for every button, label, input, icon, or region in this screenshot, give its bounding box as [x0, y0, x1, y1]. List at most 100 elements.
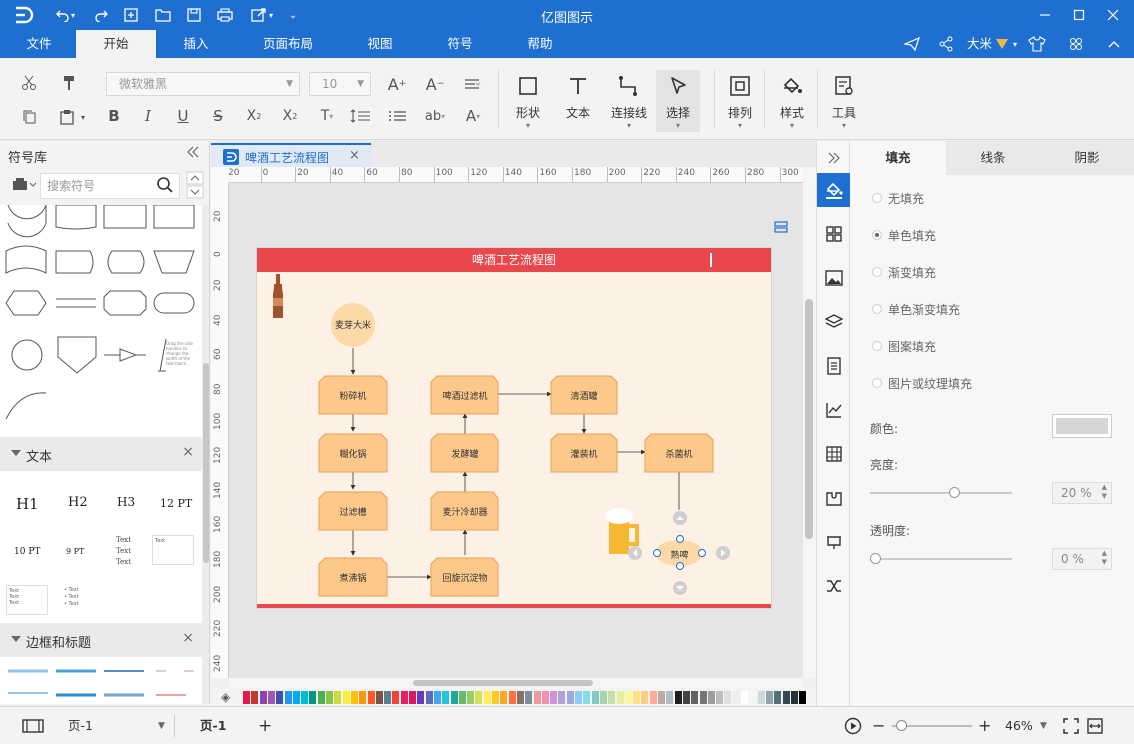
palette-swatch[interactable] — [757, 691, 765, 704]
maximize-icon[interactable] — [1062, 0, 1096, 30]
logo-icon[interactable] — [12, 5, 34, 25]
grid-icon[interactable] — [1066, 34, 1086, 54]
radio-solid-fill[interactable]: 单色填充 — [872, 227, 936, 243]
beer-bottle-icon[interactable] — [273, 274, 283, 318]
chart-tool-icon[interactable] — [817, 393, 850, 427]
text-style-12pt[interactable]: 12 PT — [160, 497, 192, 510]
palette-swatch[interactable] — [359, 691, 367, 704]
menu-home[interactable]: 开始 — [76, 30, 156, 58]
palette-swatch[interactable] — [384, 691, 392, 704]
palette-swatch[interactable] — [409, 691, 416, 704]
list-icon[interactable] — [384, 106, 414, 126]
scroll-thumb[interactable] — [203, 363, 209, 563]
layout-toggle-icon[interactable] — [774, 221, 788, 233]
table-tool-icon[interactable] — [817, 437, 850, 471]
layers-tool-icon[interactable] — [817, 305, 850, 339]
subscript-icon[interactable]: X2 — [278, 106, 302, 126]
zoom-knob[interactable] — [896, 720, 907, 731]
palette-swatch[interactable] — [267, 691, 275, 704]
color-swatch[interactable] — [1052, 414, 1112, 438]
radio-pattern-fill[interactable]: 图案填充 — [872, 338, 936, 354]
palette-swatch[interactable] — [243, 691, 250, 704]
minimize-icon[interactable] — [1028, 0, 1062, 30]
palette-swatch[interactable] — [251, 691, 259, 704]
text-style-bullets[interactable]: • Text • Text • Text — [64, 587, 79, 608]
puzzle-tool-icon[interactable] — [817, 481, 850, 515]
menu-file[interactable]: 文件 — [14, 30, 64, 58]
palette-swatch[interactable] — [334, 691, 342, 704]
palette-swatch[interactable] — [682, 691, 690, 704]
connector-button[interactable]: 连接线 ▾ — [606, 70, 652, 132]
palette-swatch[interactable] — [317, 691, 325, 704]
palette-swatch[interactable] — [599, 691, 607, 704]
redo-icon[interactable] — [90, 5, 112, 25]
palette-swatch[interactable] — [301, 691, 309, 704]
paste-dropdown-icon[interactable]: ▾ — [78, 110, 88, 124]
cut-icon[interactable] — [18, 72, 40, 94]
palette-swatch[interactable] — [724, 691, 732, 704]
palette-swatch[interactable] — [417, 691, 425, 704]
palette-swatch[interactable] — [575, 691, 582, 704]
spinner-icon[interactable]: ▲ ▼ — [1102, 549, 1107, 567]
palette-swatch[interactable] — [508, 691, 516, 704]
radio-gradient-fill[interactable]: 渐变填充 — [872, 264, 936, 280]
library-scrollbar[interactable] — [202, 205, 209, 704]
style-button[interactable]: 样式 ▾ — [772, 70, 812, 132]
send-icon[interactable] — [902, 34, 922, 54]
superscript-icon[interactable]: X2 — [242, 106, 266, 126]
palette-swatch[interactable] — [641, 691, 649, 704]
palette-swatch[interactable] — [342, 691, 350, 704]
library-menu-icon[interactable] — [12, 177, 37, 194]
palette-swatch[interactable] — [425, 691, 433, 704]
transparency-slider[interactable] — [870, 558, 1012, 560]
user-dropdown-icon[interactable]: ▾ — [1010, 34, 1020, 54]
shrink-font-icon[interactable]: A − — [424, 74, 446, 94]
font-size-select[interactable]: 10 ▼ — [309, 72, 371, 96]
palette-swatch[interactable] — [400, 691, 408, 704]
palette-swatch[interactable] — [674, 691, 682, 704]
radio-single-gradient-fill[interactable]: 单色渐变填充 — [872, 301, 960, 317]
close-section-icon[interactable]: × — [182, 630, 194, 646]
collapse-ribbon-icon[interactable] — [1104, 34, 1124, 54]
palette-swatch[interactable] — [259, 691, 267, 704]
text-style-9pt[interactable]: 9 PT — [66, 547, 84, 556]
image-tool-icon[interactable] — [817, 261, 850, 295]
customize-toolbar-icon[interactable]: ⌄ — [282, 5, 304, 25]
palette-swatch[interactable] — [608, 691, 616, 704]
palette-swatch[interactable] — [367, 691, 375, 704]
text-style-h2[interactable]: H2 — [68, 495, 88, 510]
palette-swatch[interactable] — [765, 691, 773, 704]
bold-icon[interactable]: B — [104, 106, 124, 126]
tab-fill[interactable]: 填充 — [850, 141, 946, 175]
collapse-panel-icon[interactable] — [186, 145, 200, 162]
palette-swatch[interactable] — [691, 691, 699, 704]
italic-icon[interactable]: I — [138, 106, 158, 126]
palette-swatch[interactable] — [566, 691, 574, 704]
tab-line[interactable]: 线条 — [946, 141, 1040, 175]
palette-swatch[interactable] — [350, 691, 358, 704]
strikethrough-icon[interactable]: S — [208, 106, 228, 126]
palette-swatch[interactable] — [450, 691, 458, 704]
canvas-vertical-scrollbar[interactable] — [803, 167, 816, 678]
close-icon[interactable] — [1096, 0, 1130, 30]
diagram-page[interactable]: 啤酒工艺流程图 麦芽大米 粉碎机 糊化锅 过滤槽 煮沸锅 啤酒过滤机 发酵罐 麦… — [256, 247, 772, 609]
shirt-icon[interactable] — [1026, 34, 1048, 54]
palette-swatch[interactable] — [741, 691, 748, 704]
palette-swatch[interactable] — [284, 691, 292, 704]
border-section-header[interactable]: 边框和标题 × — [0, 623, 202, 657]
canvas-horizontal-scrollbar[interactable] — [229, 678, 803, 688]
grow-font-icon[interactable]: A + — [386, 74, 408, 94]
palette-swatch[interactable] — [732, 691, 740, 704]
palette-swatch[interactable] — [475, 691, 483, 704]
shape-thumbnails[interactable]: Drag the side handles to change the widt… — [0, 205, 202, 437]
transparency-knob[interactable] — [870, 553, 881, 564]
palette-swatch[interactable] — [392, 691, 400, 704]
palette-swatch[interactable] — [716, 691, 724, 704]
palette-swatch[interactable] — [467, 691, 475, 704]
shape-button[interactable]: 形状 ▾ — [508, 70, 548, 132]
drawing-canvas[interactable]: 啤酒工艺流程图 麦芽大米 粉碎机 糊化锅 过滤槽 煮沸锅 啤酒过滤机 发酵罐 麦… — [229, 183, 803, 678]
close-tab-icon[interactable]: × — [349, 148, 360, 163]
fit-page-icon[interactable] — [1063, 718, 1079, 734]
user-name[interactable]: 大米 — [967, 30, 992, 58]
palette-swatch[interactable] — [442, 691, 450, 704]
